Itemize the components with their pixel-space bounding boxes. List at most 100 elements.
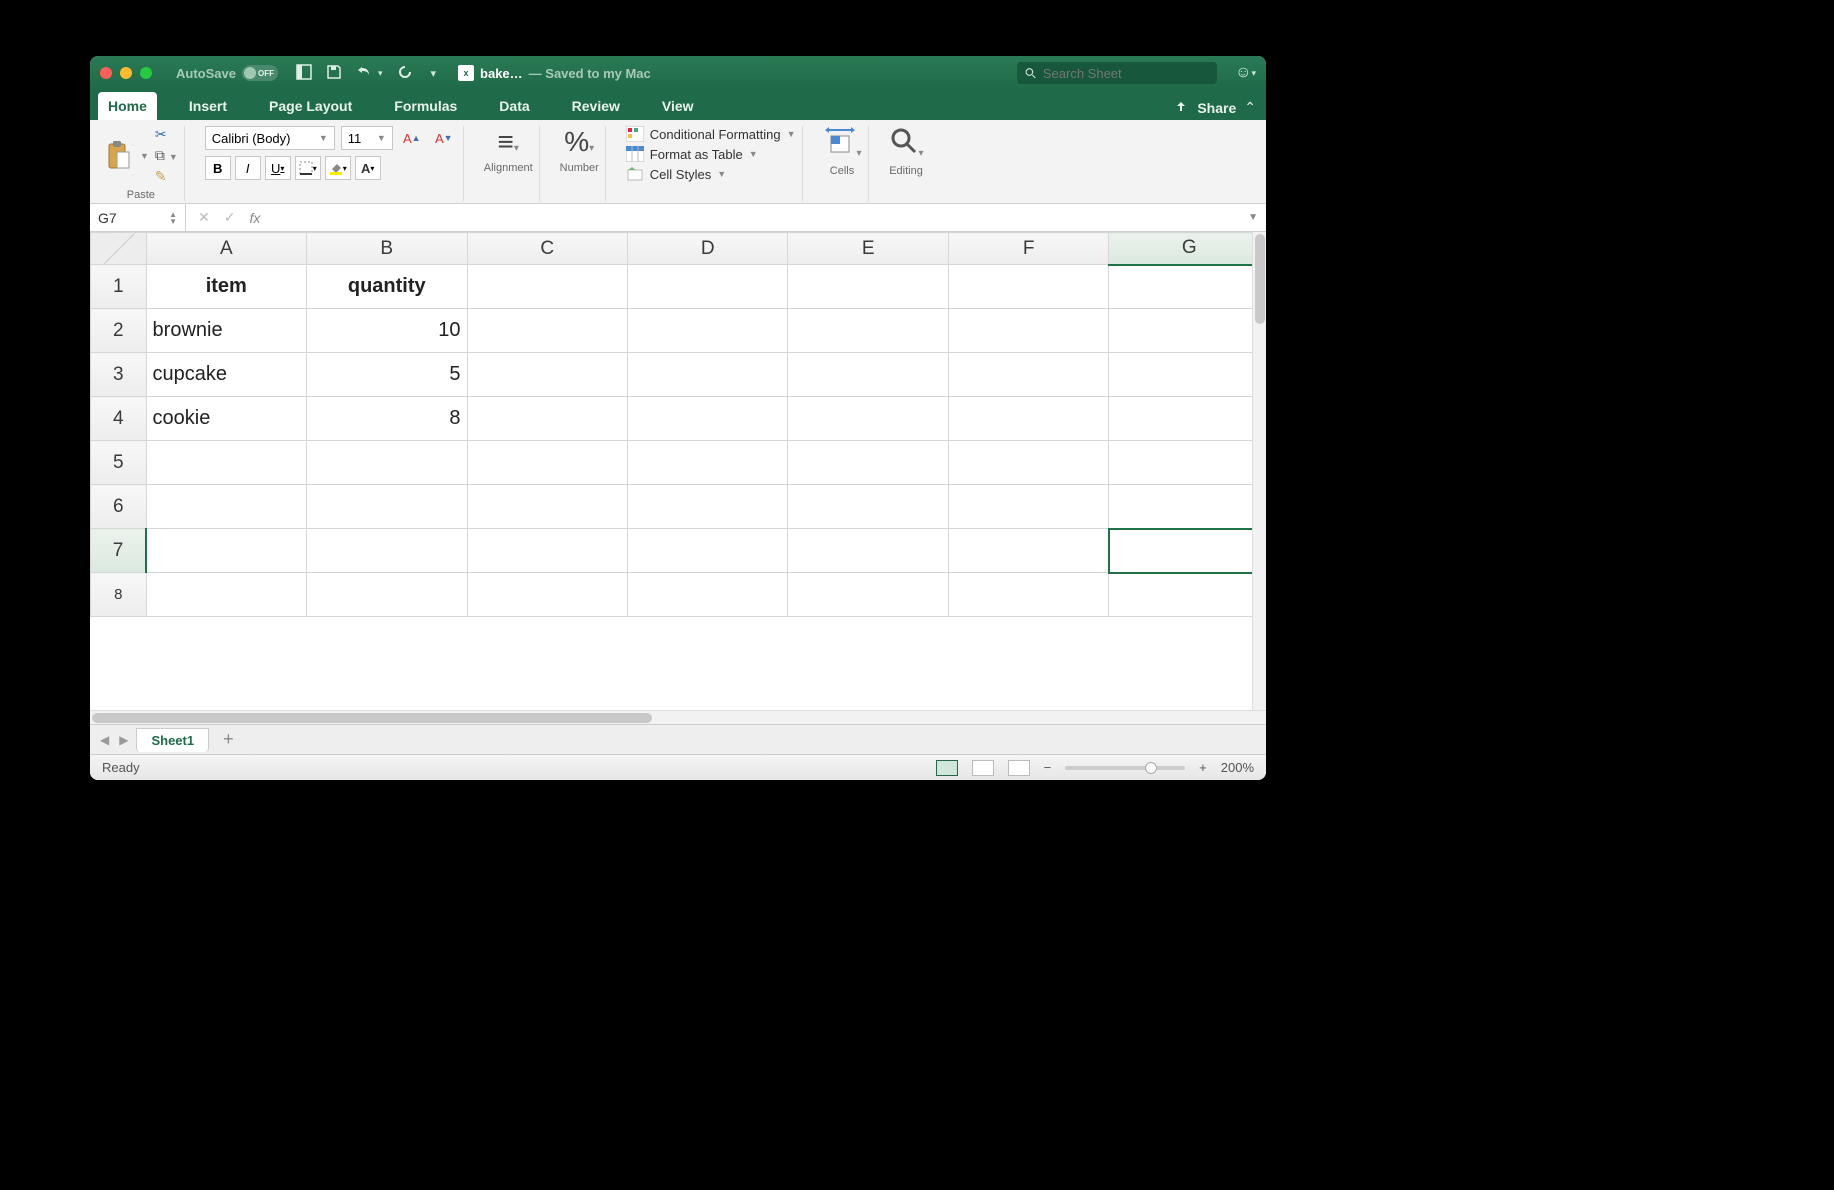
- cell-C2[interactable]: [467, 309, 627, 353]
- row-header-2[interactable]: 2: [91, 309, 147, 353]
- cell-F7[interactable]: [948, 529, 1108, 573]
- col-header-E[interactable]: E: [788, 233, 948, 265]
- cell-E6[interactable]: [788, 485, 948, 529]
- cell-E7[interactable]: [788, 529, 948, 573]
- cell-F4[interactable]: [948, 397, 1108, 441]
- conditional-formatting-button[interactable]: Conditional Formatting ▼: [626, 126, 796, 142]
- col-header-A[interactable]: A: [146, 233, 306, 265]
- select-all-corner[interactable]: [91, 233, 147, 265]
- col-header-C[interactable]: C: [467, 233, 627, 265]
- accept-formula-icon[interactable]: ✓: [224, 209, 236, 226]
- cell-A4[interactable]: cookie: [146, 397, 306, 441]
- row-header-8[interactable]: 8: [91, 573, 147, 617]
- name-box[interactable]: G7 ▲▼: [90, 204, 186, 231]
- template-icon[interactable]: [296, 64, 312, 83]
- fullscreen-window-button[interactable]: [140, 67, 152, 79]
- sheet-nav-prev[interactable]: ◀: [98, 733, 111, 747]
- view-normal-icon[interactable]: [936, 760, 958, 776]
- cell-E2[interactable]: [788, 309, 948, 353]
- copy-icon[interactable]: ⧉ ▼: [155, 147, 178, 164]
- feedback-icon[interactable]: ☺: [1235, 64, 1251, 82]
- fill-color-button[interactable]: ▾: [325, 156, 351, 180]
- paste-dropdown[interactable]: ▼: [140, 151, 149, 161]
- redo-icon[interactable]: [397, 64, 413, 83]
- col-header-B[interactable]: B: [307, 233, 467, 265]
- col-header-F[interactable]: F: [948, 233, 1108, 265]
- cell-B6[interactable]: [307, 485, 467, 529]
- cell-C6[interactable]: [467, 485, 627, 529]
- name-box-spinner[interactable]: ▲▼: [169, 211, 177, 225]
- cell-E4[interactable]: [788, 397, 948, 441]
- cell-A7[interactable]: [146, 529, 306, 573]
- cut-icon[interactable]: ✂: [155, 126, 178, 143]
- zoom-slider[interactable]: [1065, 766, 1185, 770]
- row-header-7[interactable]: 7: [91, 529, 147, 573]
- sheet-tab-sheet1[interactable]: Sheet1: [136, 728, 209, 752]
- row-header-5[interactable]: 5: [91, 441, 147, 485]
- cell-G6[interactable]: [1109, 485, 1266, 529]
- cell-D5[interactable]: [628, 441, 788, 485]
- cell-G2[interactable]: [1109, 309, 1266, 353]
- cell-D8[interactable]: [628, 573, 788, 617]
- zoom-in-button[interactable]: +: [1199, 760, 1207, 775]
- tab-data[interactable]: Data: [489, 92, 539, 120]
- number-format-icon[interactable]: %▾: [564, 126, 594, 158]
- col-header-G[interactable]: G: [1109, 233, 1266, 265]
- editing-icon[interactable]: ▾: [889, 126, 924, 161]
- tab-formulas[interactable]: Formulas: [384, 92, 467, 120]
- tab-view[interactable]: View: [652, 92, 704, 120]
- cell-F2[interactable]: [948, 309, 1108, 353]
- zoom-slider-knob[interactable]: [1145, 762, 1157, 774]
- bold-button[interactable]: B: [205, 156, 231, 180]
- share-icon[interactable]: [1173, 100, 1189, 116]
- cell-styles-button[interactable]: Cell Styles ▼: [626, 166, 726, 182]
- cell-D1[interactable]: [628, 265, 788, 309]
- cell-E5[interactable]: [788, 441, 948, 485]
- cell-G5[interactable]: [1109, 441, 1266, 485]
- cell-A6[interactable]: [146, 485, 306, 529]
- close-window-button[interactable]: [100, 67, 112, 79]
- cell-D2[interactable]: [628, 309, 788, 353]
- cell-F3[interactable]: [948, 353, 1108, 397]
- sheet-nav-next[interactable]: ▶: [117, 733, 130, 747]
- decrease-font-icon[interactable]: A▼: [431, 126, 457, 150]
- italic-button[interactable]: I: [235, 156, 261, 180]
- search-sheet[interactable]: [1017, 62, 1217, 84]
- increase-font-icon[interactable]: A▲: [399, 126, 425, 150]
- row-header-6[interactable]: 6: [91, 485, 147, 529]
- cell-E3[interactable]: [788, 353, 948, 397]
- vertical-scrollbar[interactable]: [1252, 232, 1266, 710]
- cell-C5[interactable]: [467, 441, 627, 485]
- cell-F5[interactable]: [948, 441, 1108, 485]
- cell-D6[interactable]: [628, 485, 788, 529]
- underline-button[interactable]: U ▾: [265, 156, 291, 180]
- row-header-4[interactable]: 4: [91, 397, 147, 441]
- undo-icon[interactable]: [356, 64, 372, 83]
- cell-B1[interactable]: quantity: [307, 265, 467, 309]
- tab-insert[interactable]: Insert: [179, 92, 237, 120]
- cell-C3[interactable]: [467, 353, 627, 397]
- cells-icon[interactable]: ▾: [823, 126, 862, 161]
- cell-G1[interactable]: [1109, 265, 1266, 309]
- cell-E1[interactable]: [788, 265, 948, 309]
- font-color-button[interactable]: A ▾: [355, 156, 381, 180]
- cell-E8[interactable]: [788, 573, 948, 617]
- cell-B4[interactable]: 8: [307, 397, 467, 441]
- row-header-1[interactable]: 1: [91, 265, 147, 309]
- autosave-switch[interactable]: OFF: [242, 65, 278, 81]
- zoom-out-button[interactable]: −: [1044, 760, 1052, 775]
- row-header-3[interactable]: 3: [91, 353, 147, 397]
- cell-G7[interactable]: [1109, 529, 1266, 573]
- paste-button[interactable]: [104, 138, 134, 174]
- cell-F1[interactable]: [948, 265, 1108, 309]
- undo-dropdown[interactable]: ▾: [378, 68, 383, 79]
- view-page-break-icon[interactable]: [1008, 760, 1030, 776]
- cell-B7[interactable]: [307, 529, 467, 573]
- add-sheet-button[interactable]: +: [215, 729, 242, 750]
- vscroll-thumb[interactable]: [1255, 234, 1265, 324]
- cell-D7[interactable]: [628, 529, 788, 573]
- cell-G3[interactable]: [1109, 353, 1266, 397]
- feedback-dropdown[interactable]: ▾: [1251, 68, 1256, 79]
- formula-bar-expand[interactable]: ▼: [1248, 212, 1266, 223]
- cell-D3[interactable]: [628, 353, 788, 397]
